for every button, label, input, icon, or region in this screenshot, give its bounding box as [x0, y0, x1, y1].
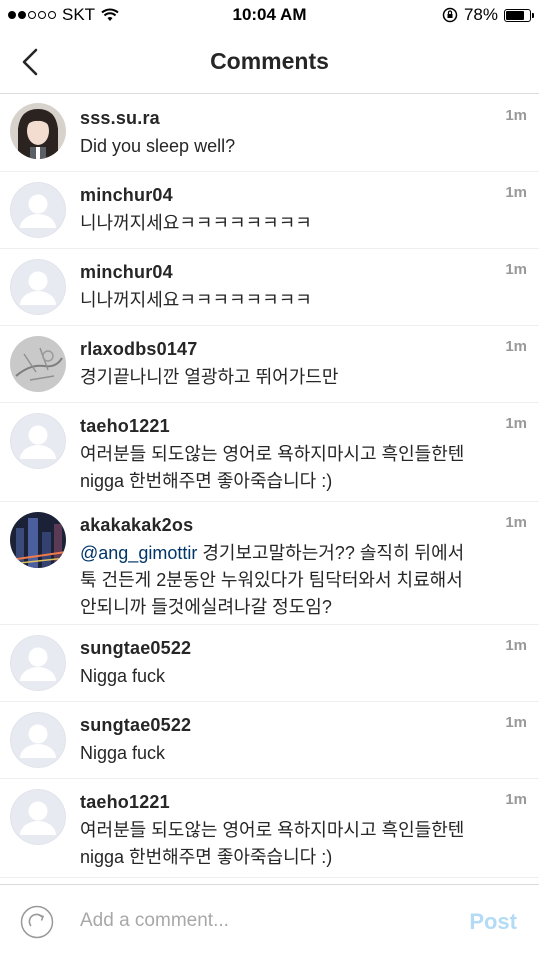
comment-text: 여러분들 되도않는 영어로 욕하지마시고 흑인들한텐 nigga 한번해주면 좋… [80, 444, 465, 491]
comment-row[interactable]: taeho1221 여러분들 되도않는 영어로 욕하지마시고 흑인들한텐 nigg… [0, 403, 539, 502]
comment-username[interactable]: akakakak2os [80, 513, 479, 537]
post-button[interactable]: Post [469, 909, 517, 935]
comment-input[interactable] [80, 910, 420, 932]
comment-row[interactable]: sungtae0522 Nigga fuck 1m [0, 702, 539, 779]
comment-timestamp: 1m [505, 791, 527, 808]
comment-text: 니나꺼지세요ㅋㅋㅋㅋㅋㅋㅋㅋ [80, 213, 312, 233]
rotation-lock-icon [442, 7, 458, 23]
comment-username[interactable]: minchur04 [80, 260, 479, 284]
avatar[interactable] [10, 635, 66, 691]
comment-timestamp: 1m [505, 514, 527, 531]
comment-username[interactable]: taeho1221 [80, 414, 479, 438]
comment-timestamp: 1m [505, 107, 527, 124]
avatar[interactable] [10, 182, 66, 238]
comment-text: Nigga fuck [80, 666, 166, 686]
page-title: Comments [210, 48, 329, 74]
comment-text: 여러분들 되도않는 영어로 욕하지마시고 흑인들한텐 nigga 한번해주면 좋… [80, 820, 465, 867]
comment-timestamp: 1m [505, 714, 527, 731]
avatar[interactable] [10, 259, 66, 315]
comment-row[interactable]: minchur04 니나꺼지세요ㅋㅋㅋㅋㅋㅋㅋㅋ 1m [0, 172, 539, 249]
comment-row[interactable]: rlaxodbs0147 경기끝나니깐 열광하고 뛰어가드만 1m [0, 326, 539, 403]
comment-text: 경기끝나니깐 열광하고 뛰어가드만 [80, 367, 339, 387]
comment-username[interactable]: taeho1221 [80, 790, 479, 814]
comment-text: 니나꺼지세요ㅋㅋㅋㅋㅋㅋㅋㅋ [80, 290, 312, 310]
comment-text: Did you sleep well? [80, 136, 236, 156]
status-bar: SKT 10:04 AM 78% [0, 0, 539, 30]
comment-composer: Post [0, 884, 539, 960]
comment-username[interactable]: rlaxodbs0147 [80, 337, 479, 361]
comment-row[interactable]: sss.su.ra Did you sleep well? 1m [0, 95, 539, 172]
battery-group: 78% [442, 5, 534, 25]
comment-row[interactable]: akakakak2os @ang_gimottir 경기보고말하는거?? 솔직히 … [0, 502, 539, 625]
battery-percent: 78% [463, 5, 498, 24]
comment-timestamp: 1m [505, 261, 527, 278]
comment-username[interactable]: sungtae0522 [80, 636, 479, 660]
comment-text: Nigga fuck [80, 743, 166, 763]
comment-timestamp: 1m [505, 184, 527, 201]
avatar[interactable] [10, 413, 66, 469]
battery-icon [504, 8, 534, 22]
comment-row[interactable]: sungtae0522 Nigga fuck 1m [0, 625, 539, 702]
comment-username[interactable]: sungtae0522 [80, 713, 479, 737]
refresh-icon[interactable] [20, 905, 54, 939]
mention-link[interactable]: @ang_gimottir [80, 543, 197, 563]
comment-timestamp: 1m [505, 637, 527, 654]
comment-text: @ang_gimottir 경기보고말하는거?? 솔직히 뒤에서 툭 건든게 2… [80, 540, 479, 621]
comment-timestamp: 1m [505, 338, 527, 355]
comment-timestamp: 1m [505, 415, 527, 432]
comment-row[interactable]: minchur04 니나꺼지세요ㅋㅋㅋㅋㅋㅋㅋㅋ 1m [0, 249, 539, 326]
comment-username[interactable]: minchur04 [80, 183, 479, 207]
comment-row[interactable]: taeho1221 여러분들 되도않는 영어로 욕하지마시고 흑인들한텐 nigg… [0, 779, 539, 878]
avatar[interactable] [10, 336, 66, 392]
navigation-bar: Comments [0, 30, 539, 94]
avatar[interactable] [10, 789, 66, 845]
comment-list[interactable]: sss.su.ra Did you sleep well? 1m minchur04 니… [0, 95, 539, 878]
avatar[interactable] [10, 103, 66, 159]
avatar[interactable] [10, 712, 66, 768]
avatar[interactable] [10, 512, 66, 568]
comment-username[interactable]: sss.su.ra [80, 106, 479, 130]
